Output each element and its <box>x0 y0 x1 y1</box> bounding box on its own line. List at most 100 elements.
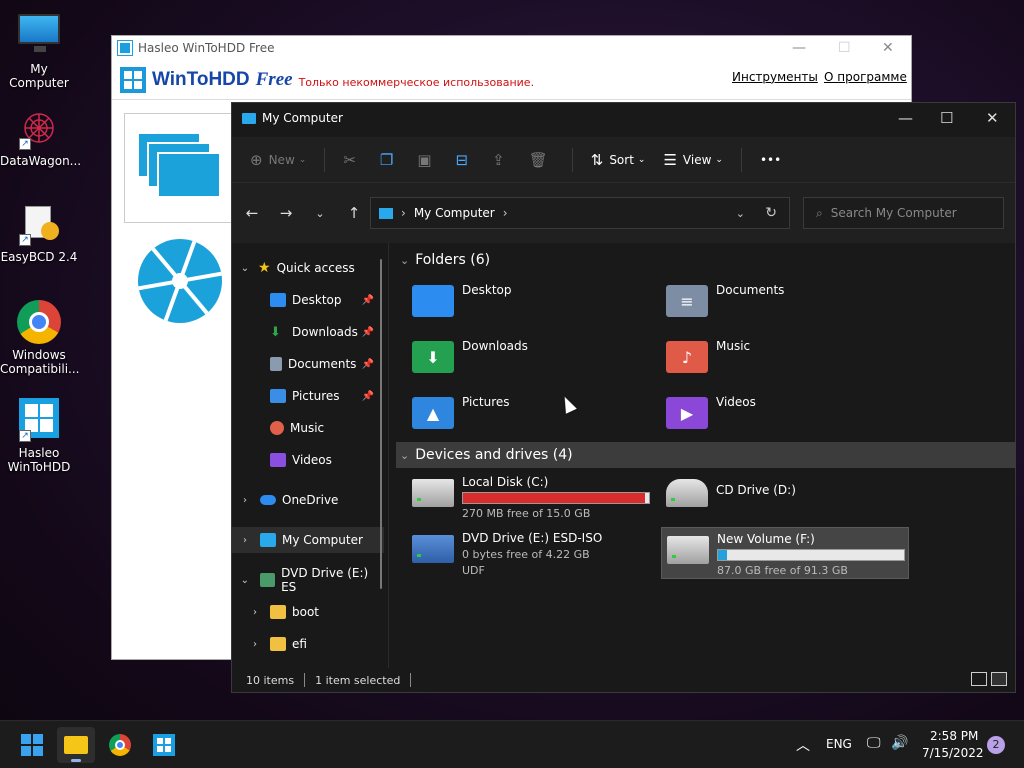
sidebar-item-dvd-drive[interactable]: ⌄ DVD Drive (E:) ES <box>232 566 384 594</box>
search-box[interactable]: ⌕ <box>803 197 1004 229</box>
sidebar-item-onedrive[interactable]: › OneDrive <box>232 487 384 513</box>
desktop-icon-wintohdd[interactable]: ↗ Hasleo WinToHDD <box>0 398 78 474</box>
maximize-icon[interactable]: ☐ <box>940 109 953 127</box>
sort-button[interactable]: ⇅ Sort ⌄ <box>591 151 646 169</box>
sidebar-item-quick-access[interactable]: ⌄ ★ Quick access <box>232 255 384 281</box>
sidebar-item-videos[interactable]: Videos <box>232 447 384 473</box>
volume-icon[interactable]: 🔊 <box>891 735 908 751</box>
dvd-drive-icon <box>259 573 276 587</box>
maximize-icon[interactable]: ☐ <box>838 40 851 56</box>
details-view-icon[interactable] <box>971 672 987 686</box>
devices-group-header[interactable]: ⌄ Devices and drives (4) <box>396 442 1016 468</box>
clock-time[interactable]: 2:58 PM <box>930 729 978 743</box>
share-button[interactable]: ⇪ <box>492 151 511 169</box>
forward-icon[interactable]: → <box>276 204 296 222</box>
clock-date[interactable]: 7/15/2022 <box>922 746 984 760</box>
folder-pictures[interactable]: ▲ Pictures <box>412 395 652 439</box>
sidebar-item-boot[interactable]: › boot <box>232 599 384 625</box>
folders-group-header[interactable]: ⌄ Folders (6) <box>396 247 1016 273</box>
network-icon[interactable]: 🖵 <box>867 735 881 751</box>
close-icon[interactable]: ✕ <box>986 109 999 127</box>
wintohdd-brand-icon <box>120 66 146 93</box>
expand-chevron-icon[interactable]: › <box>248 639 262 650</box>
notification-badge[interactable]: 2 <box>987 736 1005 754</box>
search-input[interactable] <box>830 206 991 220</box>
address-bar[interactable]: › My Computer › ⌄ ↻ <box>370 197 790 229</box>
refresh-icon[interactable]: ↻ <box>765 205 777 221</box>
desktop-icon-datawagon[interactable]: ↗ DataWagon... <box>0 106 81 168</box>
up-icon[interactable]: ↑ <box>344 204 364 222</box>
expand-chevron-icon[interactable]: › <box>238 495 252 506</box>
drive-free-space: 270 MB free of 15.0 GB <box>462 507 591 520</box>
drive-e[interactable]: DVD Drive (E:) ESD-ISO 0 bytes free of 4… <box>412 531 602 577</box>
taskbar-wintohdd[interactable] <box>145 727 183 763</box>
start-button[interactable] <box>13 727 51 763</box>
chrome-icon <box>109 734 131 756</box>
expand-chevron-icon[interactable]: ⌄ <box>238 263 252 274</box>
folder-music[interactable]: ♪ Music <box>666 339 906 383</box>
datawagon-icon: ↗ <box>17 106 61 150</box>
paste-button[interactable]: ▣ <box>417 151 437 169</box>
wintohdd-icon: ↗ <box>17 398 61 442</box>
folder-desktop[interactable]: Desktop <box>412 283 652 327</box>
back-icon[interactable]: ← <box>242 204 262 222</box>
menu-about[interactable]: О программе <box>824 70 907 84</box>
drive-f[interactable]: New Volume (F:) 87.0 GB free of 91.3 GB <box>661 527 909 579</box>
desktop-icon-label: My Computer <box>9 62 69 90</box>
expand-chevron-icon[interactable]: › <box>238 535 252 546</box>
breadcrumb-chevron-icon: › <box>401 206 406 220</box>
tiles-view-icon[interactable] <box>991 672 1007 686</box>
tray-overflow-chevron-icon[interactable]: ︿ <box>796 735 810 755</box>
taskbar-chrome[interactable] <box>101 727 139 763</box>
menu-tools[interactable]: Инструменты <box>732 70 818 84</box>
expand-chevron-icon[interactable]: ⌄ <box>238 575 252 586</box>
recent-chevron-icon[interactable]: ⌄ <box>310 207 330 220</box>
desktop-icon-label: Hasleo WinToHDD <box>7 446 71 474</box>
sidebar-item-my-computer[interactable]: › My Computer <box>232 527 384 553</box>
disc-icon[interactable] <box>138 239 222 323</box>
wintohdd-feature-tile[interactable] <box>124 113 234 223</box>
taskbar: ︿ ENG 🖵 🔊 2:58 PM 7/15/2022 2 <box>0 720 1024 768</box>
folder-documents[interactable]: ≡ Documents <box>666 283 906 327</box>
sidebar-item-downloads[interactable]: ⬇ Downloads 📌 <box>232 319 384 345</box>
copy-button[interactable]: ❐ <box>380 151 399 169</box>
address-dropdown-icon[interactable]: ⌄ <box>736 207 745 220</box>
folder-downloads[interactable]: ⬇ Downloads <box>412 339 652 383</box>
new-button[interactable]: ⊕ New ⌄ <box>250 151 306 169</box>
sidebar-item-pictures[interactable]: Pictures 📌 <box>232 383 384 409</box>
video-icon <box>270 453 286 467</box>
breadcrumb-chevron-icon[interactable]: › <box>503 206 508 220</box>
desktop-icon-easybcd[interactable]: ↗ EasyBCD 2.4 <box>0 202 78 264</box>
sidebar-item-desktop[interactable]: Desktop 📌 <box>232 287 384 313</box>
close-icon[interactable]: ✕ <box>882 40 894 56</box>
explorer-window[interactable]: My Computer — ☐ ✕ ⊕ New ⌄ ✂ ❐ ▣ ⊟ ⇪ 🗑 ⇅ Sor… <box>231 102 1016 693</box>
drive-d[interactable]: CD Drive (D:) <box>666 475 796 507</box>
sidebar-scrollbar[interactable] <box>380 259 382 589</box>
dvd-drive-icon <box>412 535 454 563</box>
collapse-chevron-icon[interactable]: ⌄ <box>400 449 409 462</box>
expand-chevron-icon[interactable]: › <box>248 607 262 618</box>
folder-videos[interactable]: ▶ Videos <box>666 395 906 439</box>
sidebar-item-music[interactable]: Music <box>232 415 384 441</box>
language-indicator[interactable]: ENG <box>826 737 852 751</box>
rename-button[interactable]: ⊟ <box>456 151 475 169</box>
pictures-folder-icon: ▲ <box>412 397 454 429</box>
sidebar-item-efi[interactable]: › efi <box>232 631 384 657</box>
music-folder-icon: ♪ <box>666 341 708 373</box>
more-button[interactable]: ••• <box>760 153 781 167</box>
cloud-icon <box>260 495 276 505</box>
breadcrumb-my-computer[interactable]: My Computer <box>414 206 495 220</box>
delete-button[interactable]: 🗑 <box>529 151 554 169</box>
collapse-chevron-icon[interactable]: ⌄ <box>400 254 409 267</box>
cut-button[interactable]: ✂ <box>343 151 362 169</box>
desktop-icon-my-computer[interactable]: My Computer <box>0 10 78 90</box>
minimize-icon[interactable]: — <box>898 109 913 127</box>
folder-icon <box>64 736 88 754</box>
desktop-icon-windows-compat[interactable]: Windows Compatibili... <box>0 300 79 376</box>
drive-c[interactable]: Local Disk (C:) 270 MB free of 15.0 GB <box>412 475 650 520</box>
brand-notice: Только некоммерческое использование. <box>298 76 535 89</box>
taskbar-file-explorer[interactable] <box>57 727 95 763</box>
view-button[interactable]: ☰ View ⌄ <box>663 151 722 169</box>
sidebar-item-documents[interactable]: Documents 📌 <box>232 351 384 377</box>
minimize-icon[interactable]: — <box>792 40 806 56</box>
